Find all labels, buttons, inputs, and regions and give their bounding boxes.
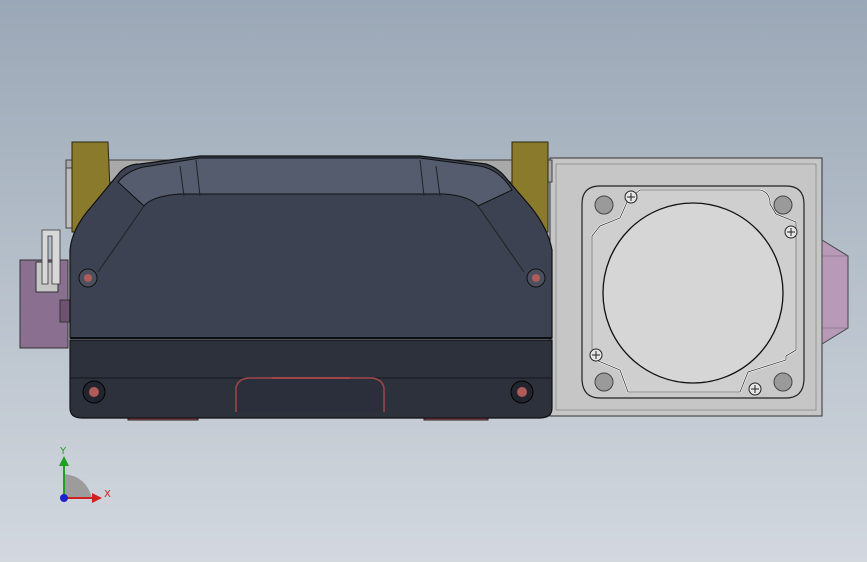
screw [624,190,638,204]
screw [589,348,603,362]
flange-hole [594,195,614,215]
motor-assembly[interactable] [549,157,849,417]
flange-hole [773,372,793,392]
cad-model-view: Y X [19,141,849,503]
screw [748,382,762,396]
gripper-housing[interactable] [69,155,553,421]
screw [784,225,798,239]
center-slot [235,377,385,412]
x-axis-label: X [104,489,111,500]
flange-hole [594,372,614,392]
side-bracket[interactable] [19,229,71,349]
y-axis-label: Y [59,446,67,457]
orientation-triad: Y X [59,446,111,503]
motor-body [602,202,784,384]
flange-hole [773,195,793,215]
connector-tab [821,239,849,345]
triad-plane [64,474,92,498]
graphics-viewport[interactable]: Y X [0,0,867,562]
z-axis-marker [60,494,68,502]
